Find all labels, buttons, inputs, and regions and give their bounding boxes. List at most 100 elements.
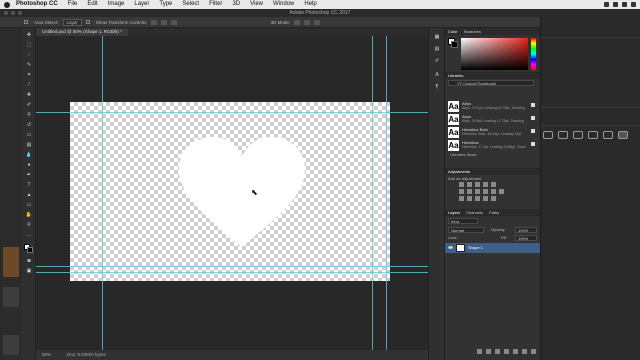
levels-icon[interactable] — [467, 182, 472, 187]
properties-panel-icon[interactable]: ▤ — [433, 46, 441, 52]
link-layers-icon[interactable] — [477, 348, 482, 354]
vibrance-icon[interactable] — [491, 182, 496, 187]
guide-horizontal[interactable] — [36, 266, 428, 267]
tab-swatches[interactable]: Swatches — [464, 28, 481, 35]
marquee-tool-icon[interactable]: ⬚ — [25, 42, 33, 48]
healing-brush-tool-icon[interactable]: ✚ — [25, 92, 33, 98]
tab-layers[interactable]: Layers — [448, 209, 460, 216]
photo-filter-icon[interactable] — [483, 189, 488, 194]
layer-thumbnail[interactable] — [456, 244, 465, 252]
menu-help[interactable]: Help — [304, 0, 316, 9]
brush-panel-icon[interactable]: ✐ — [433, 58, 441, 64]
auto-select-checkbox[interactable] — [24, 20, 28, 24]
channel-mixer-icon[interactable] — [491, 189, 496, 194]
library-item-checkbox[interactable] — [531, 129, 535, 133]
3d-rotate-icon[interactable] — [294, 19, 301, 25]
guide-horizontal[interactable] — [36, 272, 428, 273]
menu-view[interactable]: View — [250, 0, 263, 9]
opacity-input[interactable]: 100% — [515, 227, 537, 233]
apple-icon[interactable] — [4, 1, 10, 8]
shape-tool-icon[interactable]: ▭ — [25, 202, 33, 208]
tab-channels[interactable]: Channels — [466, 209, 483, 216]
visibility-eye-icon[interactable] — [448, 246, 453, 249]
library-item-checkbox[interactable] — [531, 116, 535, 120]
quick-mask-icon[interactable]: ◙ — [25, 258, 33, 264]
3d-drag-icon[interactable] — [314, 19, 321, 25]
battery-icon[interactable] — [613, 2, 618, 7]
guide-horizontal[interactable] — [36, 112, 428, 113]
guide-vertical[interactable] — [386, 36, 387, 350]
background-color-swatch[interactable] — [27, 247, 33, 253]
menu-window[interactable]: Window — [273, 0, 294, 9]
quick-select-tool-icon[interactable]: ✎ — [25, 62, 33, 68]
color-lookup-icon[interactable] — [499, 189, 504, 194]
menu-3d[interactable]: 3D — [232, 0, 240, 9]
wifi-icon[interactable] — [604, 2, 609, 7]
color-balance-icon[interactable] — [467, 189, 472, 194]
invert-icon[interactable] — [459, 196, 464, 201]
layer-name[interactable]: Shape 1 — [468, 243, 483, 253]
new-adjustment-icon[interactable] — [504, 348, 509, 354]
blend-mode-dropdown[interactable]: Normal — [448, 227, 484, 233]
tab-color[interactable]: Color — [448, 28, 458, 35]
tab-paths[interactable]: Paths — [489, 209, 499, 216]
tab-libraries[interactable]: Libraries — [448, 72, 463, 79]
add-mask-icon[interactable] — [495, 348, 500, 354]
threshold-icon[interactable] — [475, 196, 480, 201]
eraser-tool-icon[interactable]: ▭ — [25, 132, 33, 138]
document-tab[interactable]: Untitled.psd @ 50% (Shape 1, RGB/8) * — [36, 28, 128, 36]
library-item[interactable]: Aa Helvetica Helvetica, 17.1pt, Leading … — [448, 140, 536, 152]
zoom-window-icon[interactable] — [18, 11, 22, 15]
more-tools-icon[interactable]: … — [25, 232, 33, 238]
heart-shape-layer[interactable] — [177, 135, 307, 253]
brush-tool-icon[interactable]: ✐ — [25, 102, 33, 108]
menu-list-icon[interactable] — [631, 2, 636, 7]
fill-input[interactable]: 100% — [515, 235, 537, 241]
menu-layer[interactable]: Layer — [134, 0, 149, 9]
library-item[interactable]: Aa Helvetica Bold Helvetica, Bold, 18.54… — [448, 127, 536, 139]
history-panel-icon[interactable]: ▦ — [433, 34, 441, 40]
layer-kind-filter[interactable]: Kind — [448, 218, 478, 224]
lasso-tool-icon[interactable]: ◌ — [25, 52, 33, 58]
auto-select-dropdown[interactable]: Layer — [62, 18, 82, 26]
library-item[interactable]: Aa Abys Abys, 29.5pt, Leading 17.75pt, T… — [448, 114, 536, 126]
paragraph-panel-icon[interactable]: ¶ — [433, 84, 441, 90]
zoom-tool-icon[interactable]: ⚲ — [25, 222, 33, 228]
menu-filter[interactable]: Filter — [209, 0, 222, 9]
align-center-icon[interactable] — [160, 19, 167, 25]
guide-vertical[interactable] — [372, 36, 373, 350]
pen-tool-icon[interactable]: ✒ — [25, 172, 33, 178]
type-tool-icon[interactable]: T — [25, 182, 33, 188]
fx-icon[interactable] — [486, 348, 491, 354]
history-brush-tool-icon[interactable]: ↺ — [25, 122, 33, 128]
library-footer[interactable]: Libraries Stock — [450, 152, 476, 157]
character-panel-icon[interactable]: A — [433, 72, 441, 78]
canvas-workspace[interactable]: ⬉ — [36, 36, 428, 350]
menu-edit[interactable]: Edit — [87, 0, 97, 9]
eyedropper-tool-icon[interactable]: ⁄ — [25, 82, 33, 88]
layer-row-selected[interactable]: Shape 1 — [445, 243, 541, 253]
hue-slider[interactable] — [531, 38, 536, 70]
menu-image[interactable]: Image — [108, 0, 125, 9]
blur-tool-icon[interactable]: 💧 — [25, 152, 33, 158]
menu-select[interactable]: Select — [182, 0, 199, 9]
minimize-window-icon[interactable] — [11, 11, 15, 15]
clone-stamp-tool-icon[interactable]: ⚲ — [25, 112, 33, 118]
path-selection-tool-icon[interactable]: ▲ — [25, 192, 33, 198]
posterize-icon[interactable] — [467, 196, 472, 201]
brightness-icon[interactable] — [459, 182, 464, 187]
align-left-icon[interactable] — [150, 19, 157, 25]
color-picker-field[interactable] — [461, 38, 528, 70]
curves-icon[interactable] — [475, 182, 480, 187]
search-icon[interactable] — [622, 2, 627, 7]
color-background-swatch[interactable] — [451, 41, 458, 48]
selective-color-icon[interactable] — [491, 196, 496, 201]
close-window-icon[interactable] — [4, 11, 8, 15]
zoom-level[interactable]: 50% — [42, 350, 51, 360]
screen-mode-icon[interactable]: ▣ — [25, 268, 33, 274]
menu-type[interactable]: Type — [159, 0, 172, 9]
align-right-icon[interactable] — [170, 19, 177, 25]
dodge-tool-icon[interactable]: ● — [25, 162, 33, 168]
show-transform-checkbox[interactable] — [85, 20, 90, 24]
new-layer-icon[interactable] — [522, 348, 527, 354]
